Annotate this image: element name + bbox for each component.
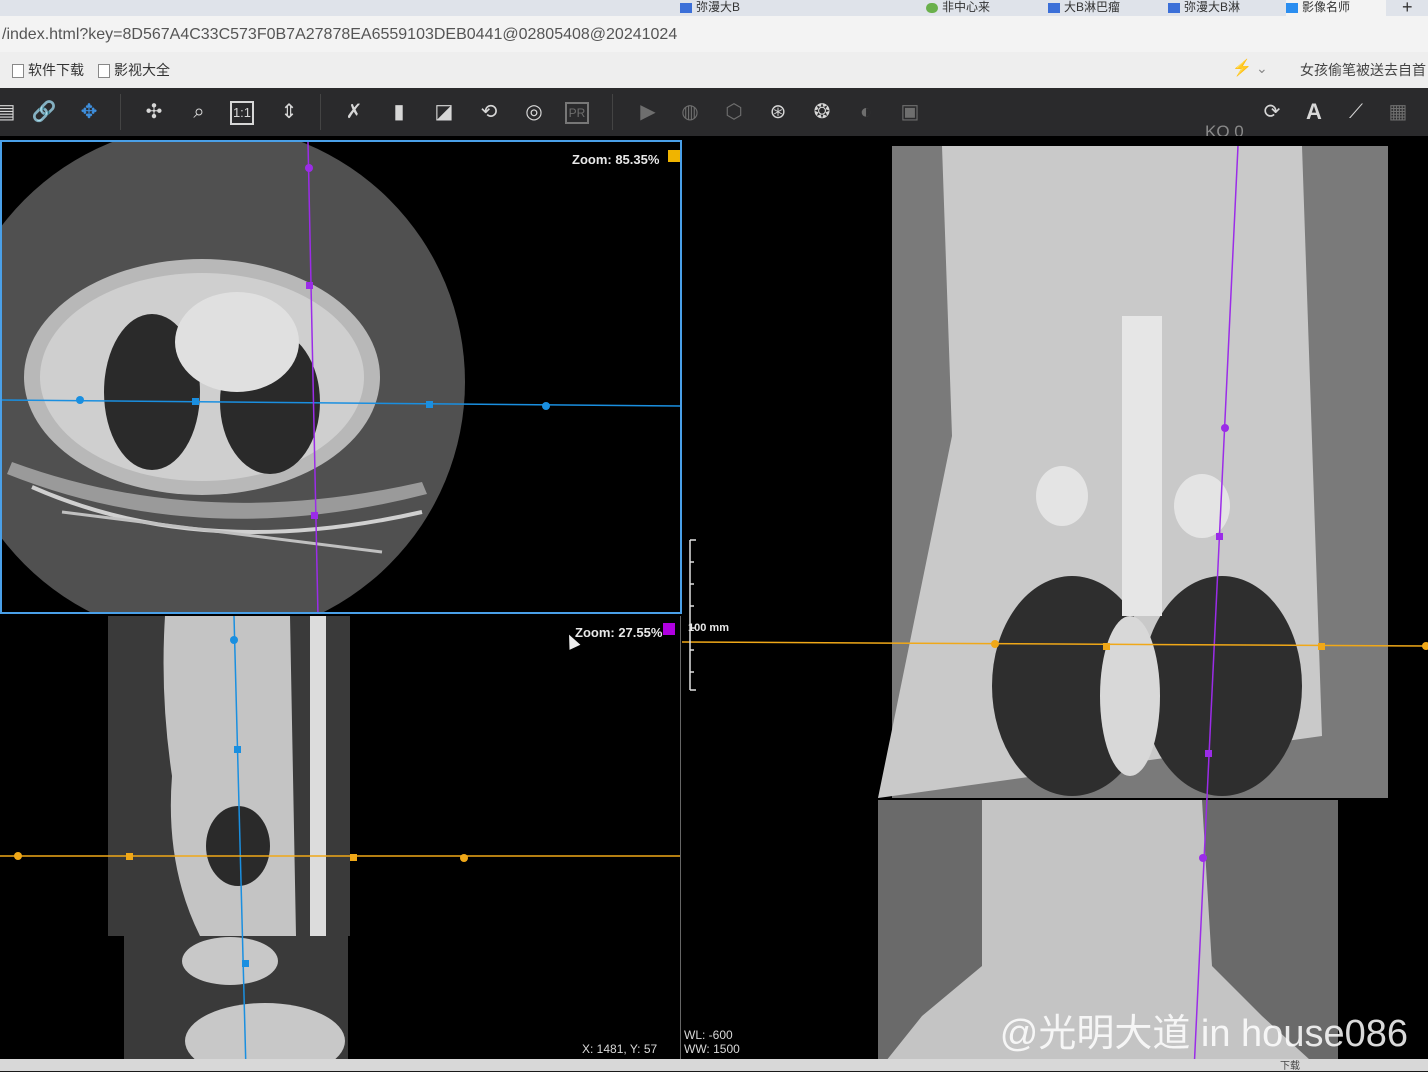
zoom-icon[interactable]: ⌕ — [185, 98, 213, 126]
sagittal-viewport[interactable]: Zoom: 27.55% X: 1481, Y: 57 — [0, 616, 680, 1071]
browser-tab[interactable]: 大B淋巴瘤 — [1048, 0, 1158, 16]
sagittal-zoom-label: Zoom: 27.55% — [575, 625, 663, 640]
pan-icon[interactable]: ✣ — [140, 98, 168, 126]
pr-icon[interactable]: PR — [565, 102, 589, 124]
browser-tab[interactable]: 弥漫大B淋 — [1168, 0, 1273, 16]
scale-label: 100 mm — [688, 622, 729, 634]
bookmarks-bar: 软件下载 影视大全 ⚡ ⌄ 女孩偷笔被送去自首 — [0, 52, 1428, 89]
dicom-viewer: Zoom: 85.35% Zoom: 27.55% X: 1481, Y: 57 — [0, 136, 1428, 1071]
sagittal-color-swatch — [663, 623, 675, 635]
text-tool-icon[interactable]: A — [1300, 98, 1328, 126]
lightning-icon[interactable]: ⚡ — [1232, 58, 1252, 78]
window-level-label: WL: -600 — [684, 1028, 733, 1042]
link-icon[interactable]: 🔗 — [30, 98, 58, 126]
new-tab-button[interactable]: + — [1402, 0, 1422, 16]
volume-icon[interactable]: ▣ — [896, 98, 924, 126]
curve-icon[interactable]: ⟋ — [1342, 98, 1370, 126]
taskbar: 下载 — [0, 1057, 1428, 1072]
browser-tab-active[interactable]: 影像名师 — [1286, 0, 1386, 16]
tv-icon — [1286, 2, 1298, 13]
page-icon — [98, 64, 110, 79]
chevron-down-icon[interactable]: ⌄ — [1256, 60, 1268, 77]
news-headline[interactable]: 女孩偷笔被送去自首 — [1300, 60, 1426, 80]
surface-icon[interactable]: ◐ — [852, 98, 880, 126]
window-width-label: WW: 1500 — [684, 1042, 740, 1056]
palette-icon[interactable]: ◎ — [520, 98, 548, 126]
export-icon[interactable]: ▦ — [1384, 98, 1412, 126]
scale-ruler — [689, 539, 696, 691]
toolbar-divider — [612, 94, 613, 130]
paw-icon — [1048, 2, 1060, 13]
circle-icon — [926, 2, 938, 13]
ruler-icon[interactable]: ▮ — [385, 98, 413, 126]
play-icon[interactable]: ▶ — [634, 98, 662, 126]
bookmark-item[interactable]: 软件下载 — [12, 60, 84, 80]
browser-tab-bar: 弥漫大B 非中心来 大B淋巴瘤 弥漫大B淋 影像名师 + — [0, 0, 1428, 16]
scroll-icon[interactable]: ⇕ — [275, 98, 303, 126]
toolbar-divider — [120, 94, 121, 130]
viewport-divider[interactable] — [680, 616, 681, 1071]
url-text[interactable]: /index.html?key=8D567A4C33C573F0B7A27878… — [2, 26, 677, 44]
browser-tab[interactable]: 弥漫大B — [680, 0, 790, 16]
coronal-crosshair[interactable] — [682, 136, 1428, 1071]
mip-icon[interactable]: ❂ — [808, 98, 836, 126]
page-icon — [12, 64, 24, 79]
reset-tools-icon[interactable]: ✗ — [340, 98, 368, 126]
taskbar-download[interactable]: 下载 — [1280, 1057, 1300, 1072]
vr-icon[interactable]: ⊛ — [764, 98, 792, 126]
sagittal-crosshair[interactable] — [0, 616, 680, 1071]
address-bar[interactable]: /index.html?key=8D567A4C33C573F0B7A27878… — [0, 16, 1428, 52]
axial-viewport[interactable]: Zoom: 85.35% — [0, 140, 682, 614]
layout-icon[interactable]: ▤ — [0, 98, 20, 126]
crosshair-icon[interactable]: ✥ — [75, 98, 103, 126]
mpr-icon[interactable]: ◍ — [676, 98, 704, 126]
paw-icon — [1168, 2, 1180, 13]
axial-zoom-label: Zoom: 85.35% — [572, 152, 660, 167]
window-level-icon[interactable]: ◪ — [430, 98, 458, 126]
rotate-icon[interactable]: ⟲ — [475, 98, 503, 126]
axial-crosshair[interactable] — [2, 142, 682, 614]
cursor-coordinates: X: 1481, Y: 57 — [582, 1042, 658, 1056]
cube-icon[interactable]: ⬡ — [720, 98, 748, 126]
one-to-one-icon[interactable]: 1:1 — [230, 101, 254, 125]
browser-tab[interactable]: 非中心来 — [926, 0, 1038, 16]
toolbar-divider — [320, 94, 321, 130]
viewer-toolbar: ▤ 🔗 ✥ ✣ ⌕ 1:1 ⇕ ✗ ▮ ◪ ⟲ ◎ PR ▶ ◍ ⬡ ⊛ ❂ ◐… — [0, 88, 1428, 141]
axial-color-swatch — [668, 150, 680, 162]
coronal-viewport[interactable]: 100 mm WL: -600 WW: 1500 — [682, 136, 1428, 1071]
bookmark-item[interactable]: 影视大全 — [98, 60, 170, 80]
paw-icon — [680, 2, 692, 13]
refresh-icon[interactable]: ⟳ — [1258, 98, 1286, 126]
watermark: @光明大道 in house086 — [999, 1013, 1408, 1055]
